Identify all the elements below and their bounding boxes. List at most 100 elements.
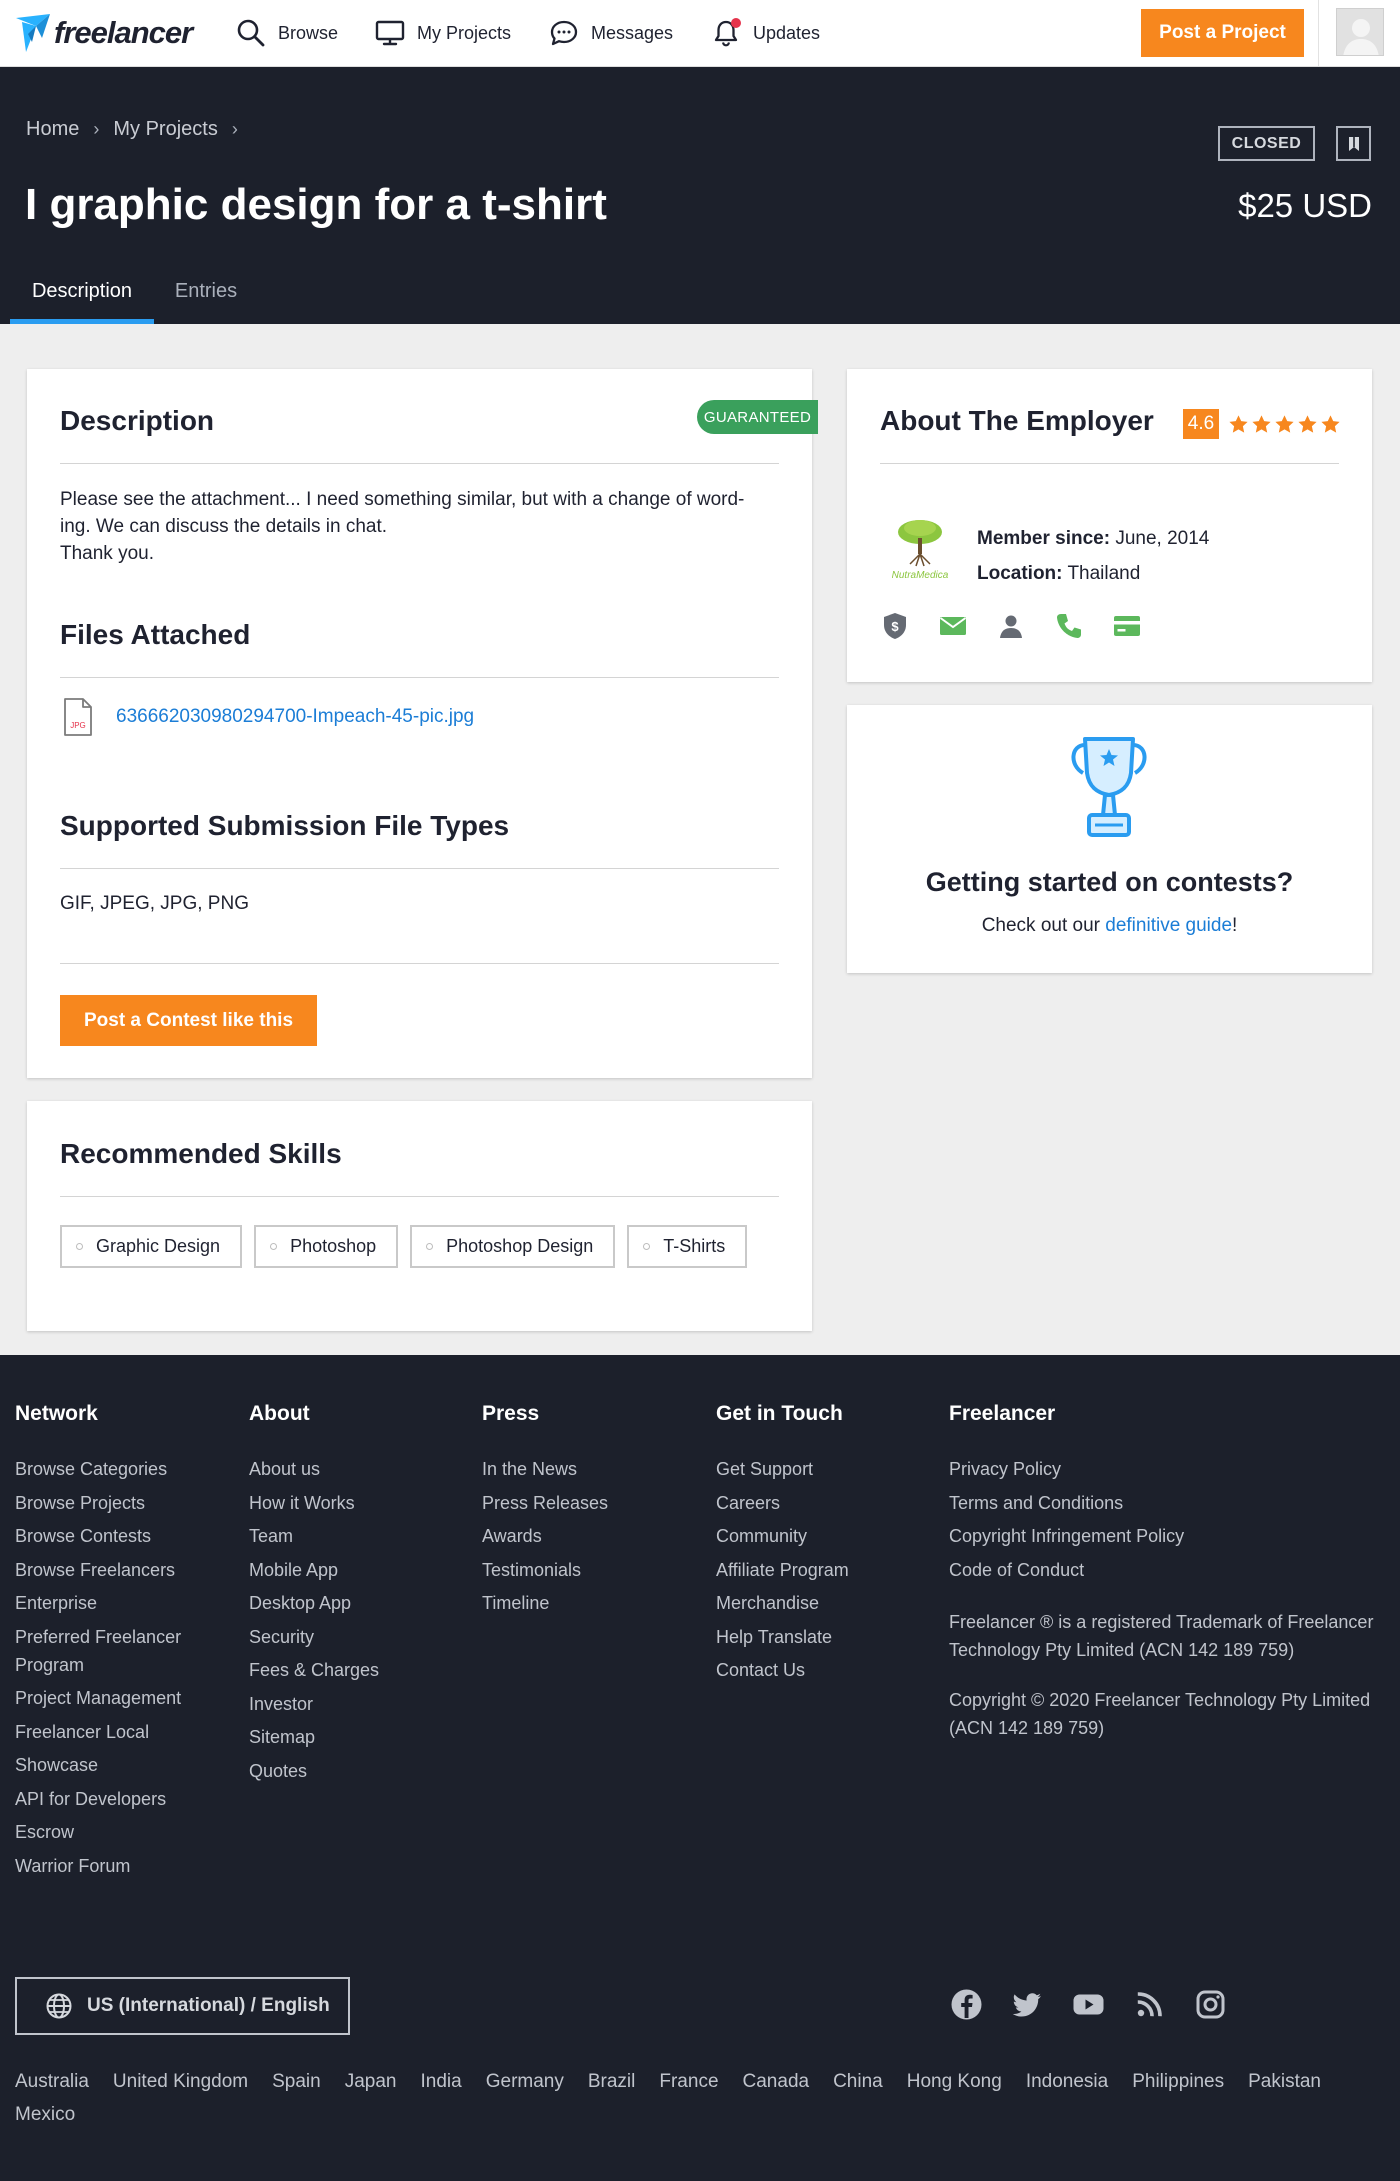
footer-link[interactable]: Terms and Conditions [949, 1489, 1389, 1517]
footer-link[interactable]: Get Support [716, 1455, 916, 1483]
footer-link[interactable]: Project Management [15, 1684, 215, 1712]
footer-link[interactable]: Help Translate [716, 1623, 916, 1651]
nav-messages[interactable]: Messages [549, 0, 673, 66]
contest-guide-text: Check out our [981, 915, 1106, 936]
twitter-icon[interactable] [1011, 1988, 1044, 2021]
footer-link[interactable]: Showcase [15, 1751, 215, 1779]
youtube-icon[interactable] [1072, 1988, 1105, 2021]
description-line: ing. We can discuss the details in chat. [60, 516, 388, 537]
skill-label: T-Shirts [663, 1236, 726, 1256]
language-selector[interactable]: US (International) / English [15, 1977, 350, 2035]
footer-link[interactable]: Timeline [482, 1589, 682, 1617]
footer-column-freelancer: Freelancer Privacy Policy Terms and Cond… [949, 1402, 1389, 1742]
file-type-label: JPG [70, 721, 86, 730]
country-link[interactable]: Brazil [588, 2068, 636, 2096]
employer-info: Member since: June, 2014 Location: Thail… [977, 521, 1209, 591]
instagram-icon[interactable] [1194, 1988, 1227, 2021]
country-link[interactable]: France [659, 2068, 718, 2096]
breadcrumb-my-projects[interactable]: My Projects [113, 118, 217, 141]
country-link[interactable]: Indonesia [1026, 2068, 1108, 2096]
footer-link[interactable]: Mobile App [249, 1556, 449, 1584]
attached-file[interactable]: JPG 636662030980294700-Impeach-45-pic.jp… [62, 697, 474, 737]
definitive-guide-link[interactable]: definitive guide [1105, 915, 1232, 936]
country-link[interactable]: Germany [486, 2068, 564, 2096]
footer-link[interactable]: API for Developers [15, 1785, 215, 1813]
footer-link[interactable]: Quotes [249, 1757, 449, 1785]
footer-link[interactable]: About us [249, 1455, 449, 1483]
skill-tag[interactable]: Graphic Design [60, 1225, 243, 1268]
star-icon [1252, 414, 1271, 433]
footer-link[interactable]: Merchandise [716, 1589, 916, 1617]
footer-link[interactable]: Browse Contests [15, 1522, 215, 1550]
footer-link[interactable]: Affiliate Program [716, 1556, 916, 1584]
nav-my-projects[interactable]: My Projects [375, 0, 511, 66]
trademark-notice: Freelancer ® is a registered Trademark o… [949, 1611, 1374, 1660]
footer-link[interactable]: Community [716, 1522, 916, 1550]
footer-link[interactable]: Code of Conduct [949, 1556, 1389, 1584]
footer-link[interactable]: How it Works [249, 1489, 449, 1517]
employer-logo-text: NutraMedica [892, 570, 949, 581]
country-link[interactable]: Mexico [15, 2101, 75, 2129]
country-link[interactable]: Japan [345, 2068, 397, 2096]
footer-link[interactable]: Browse Projects [15, 1489, 215, 1517]
project-budget: $25 USD [1238, 187, 1372, 224]
country-link[interactable]: Philippines [1132, 2068, 1224, 2096]
footer-link[interactable]: Awards [482, 1522, 682, 1550]
footer-link[interactable]: Browse Categories [15, 1455, 215, 1483]
default-avatar-icon [1343, 19, 1379, 55]
footer-link[interactable]: Desktop App [249, 1589, 449, 1617]
tab-entries[interactable]: Entries [161, 266, 251, 324]
nav-messages-label: Messages [591, 22, 674, 43]
star-icon [1229, 414, 1248, 433]
footer-link[interactable]: Privacy Policy [949, 1455, 1389, 1483]
footer-link[interactable]: Copyright Infringement Policy [949, 1522, 1389, 1550]
nav-updates[interactable]: Updates [711, 0, 820, 66]
footer-link[interactable]: Testimonials [482, 1556, 682, 1584]
footer-link[interactable]: Security [249, 1623, 449, 1651]
footer-link[interactable]: Fees & Charges [249, 1656, 449, 1684]
footer-link[interactable]: Browse Freelancers [15, 1556, 215, 1584]
country-link[interactable]: Spain [272, 2068, 321, 2096]
country-link[interactable]: China [833, 2068, 883, 2096]
footer-link[interactable]: Preferred Freelancer Program [15, 1623, 215, 1679]
bookmark-button[interactable] [1336, 126, 1371, 161]
footer-link[interactable]: Careers [716, 1489, 916, 1517]
user-avatar[interactable] [1336, 8, 1384, 56]
skill-tag[interactable]: Photoshop [254, 1225, 399, 1268]
post-project-button[interactable]: Post a Project [1141, 9, 1304, 57]
footer-link[interactable]: Investor [249, 1690, 449, 1718]
freelancer-logo[interactable]: freelancer [14, 10, 193, 56]
country-link[interactable]: United Kingdom [113, 2068, 248, 2096]
country-link[interactable]: Hong Kong [907, 2068, 1002, 2096]
description-line: Please see the attachment... I need some… [60, 489, 745, 510]
employer-logo[interactable]: NutraMedica [880, 514, 960, 586]
footer-link[interactable]: Freelancer Local [15, 1718, 215, 1746]
nav-browse[interactable]: Browse [236, 0, 338, 66]
footer-link[interactable]: Enterprise [15, 1589, 215, 1617]
footer-link[interactable]: Warrior Forum [15, 1852, 215, 1880]
skill-tag[interactable]: T-Shirts [627, 1225, 748, 1268]
footer-link[interactable]: Escrow [15, 1818, 215, 1846]
country-link[interactable]: India [421, 2068, 462, 2096]
file-link[interactable]: 636662030980294700-Impeach-45-pic.jpg [116, 706, 474, 728]
star-icon [1321, 414, 1340, 433]
status-badge: CLOSED [1218, 126, 1315, 161]
country-link[interactable]: Australia [15, 2068, 89, 2096]
footer-column-title: Freelancer [949, 1402, 1056, 1425]
footer-link[interactable]: Contact Us [716, 1656, 916, 1684]
contest-guide-punct: ! [1232, 915, 1238, 936]
country-link[interactable]: Pakistan [1248, 2068, 1321, 2096]
facebook-icon[interactable] [950, 1988, 983, 2021]
footer-link[interactable]: Press Releases [482, 1489, 682, 1517]
footer-link[interactable]: Team [249, 1522, 449, 1550]
rss-icon[interactable] [1133, 1988, 1166, 2021]
skill-tag[interactable]: Photoshop Design [410, 1225, 616, 1268]
post-contest-button[interactable]: Post a Contest like this [60, 995, 317, 1046]
country-link[interactable]: Canada [743, 2068, 810, 2096]
tab-description[interactable]: Description [10, 266, 154, 324]
footer-link[interactable]: In the News [482, 1455, 682, 1483]
footer-link[interactable]: Sitemap [249, 1723, 449, 1751]
breadcrumb-home[interactable]: Home [26, 118, 79, 141]
breadcrumb: Home › My Projects › [26, 118, 252, 141]
svg-text:$: $ [891, 619, 899, 634]
